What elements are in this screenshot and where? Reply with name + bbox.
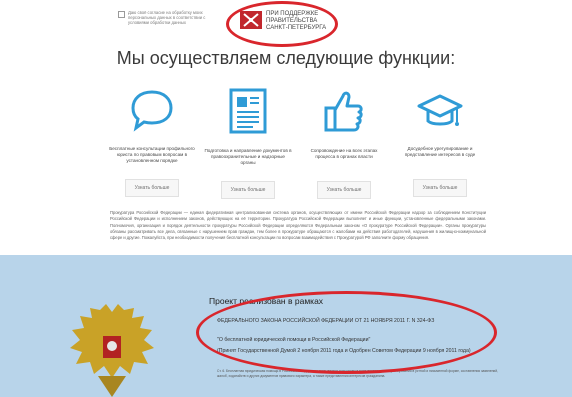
consent-text: Даю своё согласие на обработку моих перс… <box>128 10 206 26</box>
consent-block: Даю своё согласие на обработку моих перс… <box>118 10 216 26</box>
russian-coat-of-arms-icon <box>70 304 154 397</box>
features-row: Бесплатные консультации профильного юрис… <box>108 88 480 204</box>
feature-support: Сопровождение на всех этапах процесса в … <box>300 88 388 199</box>
feature-label: Бесплатные консультации профильного юрис… <box>109 146 195 163</box>
feature-label: Сопровождение на всех этапах процесса в … <box>310 148 378 159</box>
learn-more-button[interactable]: Узнать больше <box>412 179 468 197</box>
learn-more-button[interactable]: Узнать больше <box>316 181 372 199</box>
highlight-ellipse <box>196 291 497 374</box>
highlight-ellipse <box>226 1 338 47</box>
consent-checkbox[interactable] <box>118 11 125 18</box>
speech-bubble-icon <box>131 90 173 132</box>
document-icon <box>229 88 267 134</box>
feature-consultation: Бесплатные консультации профильного юрис… <box>108 88 196 197</box>
learn-more-button[interactable]: Узнать больше <box>220 181 276 199</box>
thumbs-up-icon <box>324 91 363 132</box>
learn-more-button[interactable]: Узнать больше <box>124 179 180 197</box>
section-title: Мы осуществляем следующие функции: <box>116 48 456 68</box>
graduation-cap-icon <box>417 94 463 126</box>
page: Даю своё согласие на обработку моих перс… <box>0 0 572 397</box>
feature-documents: Подготовка и направление документов в пр… <box>204 88 292 199</box>
feature-label: Подготовка и направление документов в пр… <box>204 148 292 165</box>
feature-court: Досудебное урегулирование и представлени… <box>396 88 484 197</box>
feature-label: Досудебное урегулирование и представлени… <box>404 146 476 157</box>
description-paragraph: Прокуратура Российской Федерации — едина… <box>110 210 486 241</box>
